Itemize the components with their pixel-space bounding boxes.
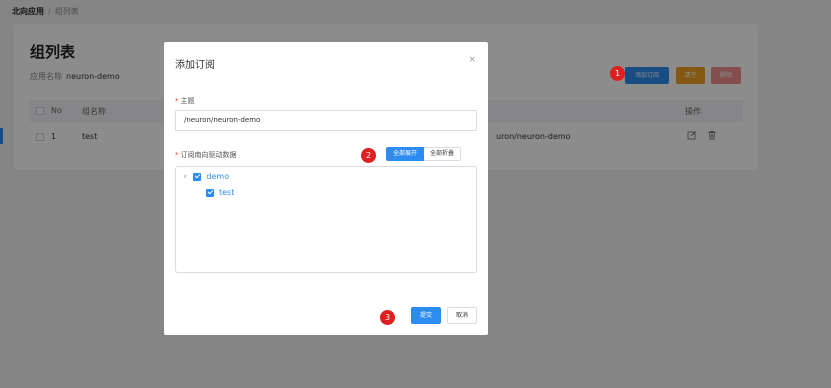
data-label-text: 订阅南向驱动数据	[180, 151, 237, 159]
submit-button[interactable]: 提交	[411, 307, 441, 324]
topic-label: * 主题	[175, 96, 195, 106]
cancel-button[interactable]: 取消	[447, 307, 477, 324]
tree-node-demo-label[interactable]: demo	[206, 172, 229, 181]
tree-checkbox-demo[interactable]	[193, 172, 202, 181]
modal-title: 添加订阅	[175, 60, 215, 71]
step-badge-3: 3	[380, 310, 395, 325]
required-mark: *	[175, 151, 179, 159]
tree-checkbox-test[interactable]	[206, 188, 214, 197]
chevron-down-icon[interactable]: ∨	[183, 173, 187, 180]
add-subscription-modal: 添加订阅 × * 主题 /neuron/neuron-demo * 订阅南向驱动数据…	[164, 42, 488, 335]
expand-collapse-toggle: 全部展开 全部折叠	[386, 147, 462, 161]
close-icon[interactable]: ×	[468, 55, 476, 65]
tree-node-test[interactable]: test	[206, 188, 234, 197]
tree-node-demo[interactable]: ∨ demo	[183, 172, 229, 181]
required-mark: *	[175, 97, 179, 105]
topic-input[interactable]: /neuron/neuron-demo	[175, 110, 477, 131]
topic-label-text: 主题	[180, 97, 195, 105]
step-badge-2: 2	[361, 148, 376, 163]
collapse-all-button[interactable]: 全部折叠	[424, 147, 462, 161]
expand-all-button[interactable]: 全部展开	[386, 147, 425, 161]
tree-node-test-label[interactable]: test	[219, 188, 234, 197]
step-badge-1: 1	[610, 66, 625, 81]
data-label: * 订阅南向驱动数据	[175, 150, 237, 160]
driver-data-tree: ∨ demo test	[175, 166, 477, 273]
